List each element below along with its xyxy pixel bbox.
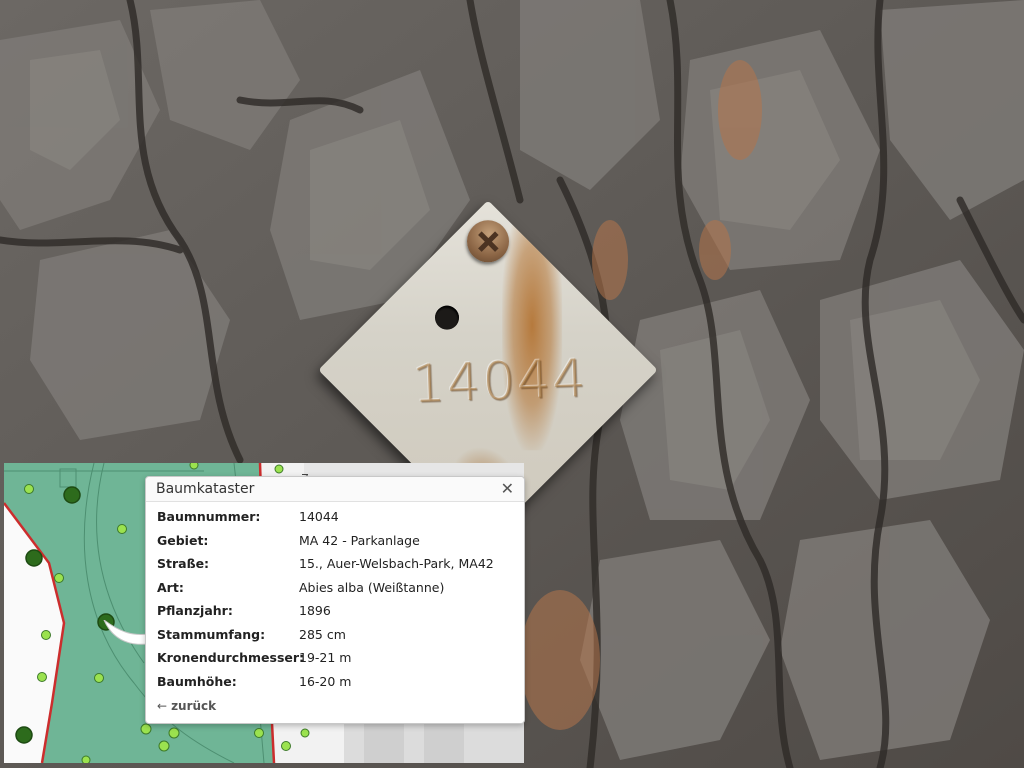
attribute-label: Stammumfang: <box>157 626 266 642</box>
attribute-label: Pflanzjahr: <box>157 603 233 618</box>
attribute-value: MA 42 - Parkanlage <box>299 532 420 548</box>
attribute-row-strasse: Straße: 15., Auer-Welsbach-Park, MA42 <box>157 556 517 580</box>
tree-marker[interactable] <box>254 728 264 738</box>
tree-marker[interactable] <box>81 755 91 763</box>
attribute-row-kronendurchmesser: Kronendurchmesser: 19-21 m <box>157 650 517 674</box>
attribute-value: 19-21 m <box>299 650 352 665</box>
arrow-left-icon: ← <box>157 699 168 713</box>
attribute-value: Abies alba (Weißtanne) <box>299 579 445 595</box>
tag-number: 14044 <box>411 348 589 416</box>
attribute-value: 1896 <box>299 603 331 618</box>
tree-marker[interactable] <box>54 573 64 583</box>
attribute-row-baumnummer: Baumnummer: 14044 <box>157 509 517 533</box>
tree-marker[interactable] <box>15 726 33 744</box>
tree-marker[interactable] <box>300 728 310 738</box>
tree-marker[interactable] <box>24 484 34 494</box>
attribute-label: Baumnummer: <box>157 509 261 524</box>
tree-marker[interactable] <box>140 723 152 735</box>
tree-marker[interactable] <box>63 486 81 504</box>
tree-marker[interactable] <box>41 630 51 640</box>
attribute-value: 16-20 m <box>299 673 352 689</box>
attribute-label: Straße: <box>157 556 210 571</box>
attribute-value: 285 cm <box>299 626 346 642</box>
back-link[interactable]: ← zurück <box>157 699 216 713</box>
attribute-label: Gebiet: <box>157 532 209 548</box>
tree-marker[interactable] <box>37 672 47 682</box>
attribute-row-pflanzjahr: Pflanzjahr: 1896 <box>157 603 517 627</box>
attribute-value: 15., Auer-Welsbach-Park, MA42 <box>299 556 494 571</box>
attribute-list: Baumnummer: 14044 Gebiet: MA 42 - Parkan… <box>157 509 517 697</box>
popup-title: Baumkataster <box>156 481 255 497</box>
tree-marker[interactable] <box>168 727 180 739</box>
attribute-label: Baumhöhe: <box>157 673 237 689</box>
tree-marker[interactable] <box>94 673 104 683</box>
attribute-row-gebiet: Gebiet: MA 42 - Parkanlage <box>157 533 517 557</box>
attribute-label: Kronendurchmesser: <box>157 650 305 665</box>
close-icon[interactable]: ✕ <box>501 479 514 499</box>
attribute-label: Art: <box>157 579 184 595</box>
attribute-value: 14044 <box>299 509 339 524</box>
tree-marker[interactable] <box>158 740 170 752</box>
tree-marker[interactable] <box>281 741 291 751</box>
tree-marker[interactable] <box>274 464 284 474</box>
popup-header: Baumkataster ✕ <box>146 477 524 502</box>
tree-marker[interactable] <box>189 463 199 470</box>
tree-info-popup: Baumkataster ✕ Baumnummer: 14044 Gebiet:… <box>145 476 525 724</box>
attribute-row-stammumfang: Stammumfang: 285 cm <box>157 627 517 651</box>
back-label: zurück <box>171 699 217 713</box>
tree-marker[interactable] <box>117 524 127 534</box>
tag-hole <box>430 300 464 335</box>
tree-marker[interactable] <box>25 549 43 567</box>
attribute-row-baumhoehe: Baumhöhe: 16-20 m <box>157 674 517 698</box>
attribute-row-art: Art: Abies alba (Weißtanne) <box>157 580 517 604</box>
